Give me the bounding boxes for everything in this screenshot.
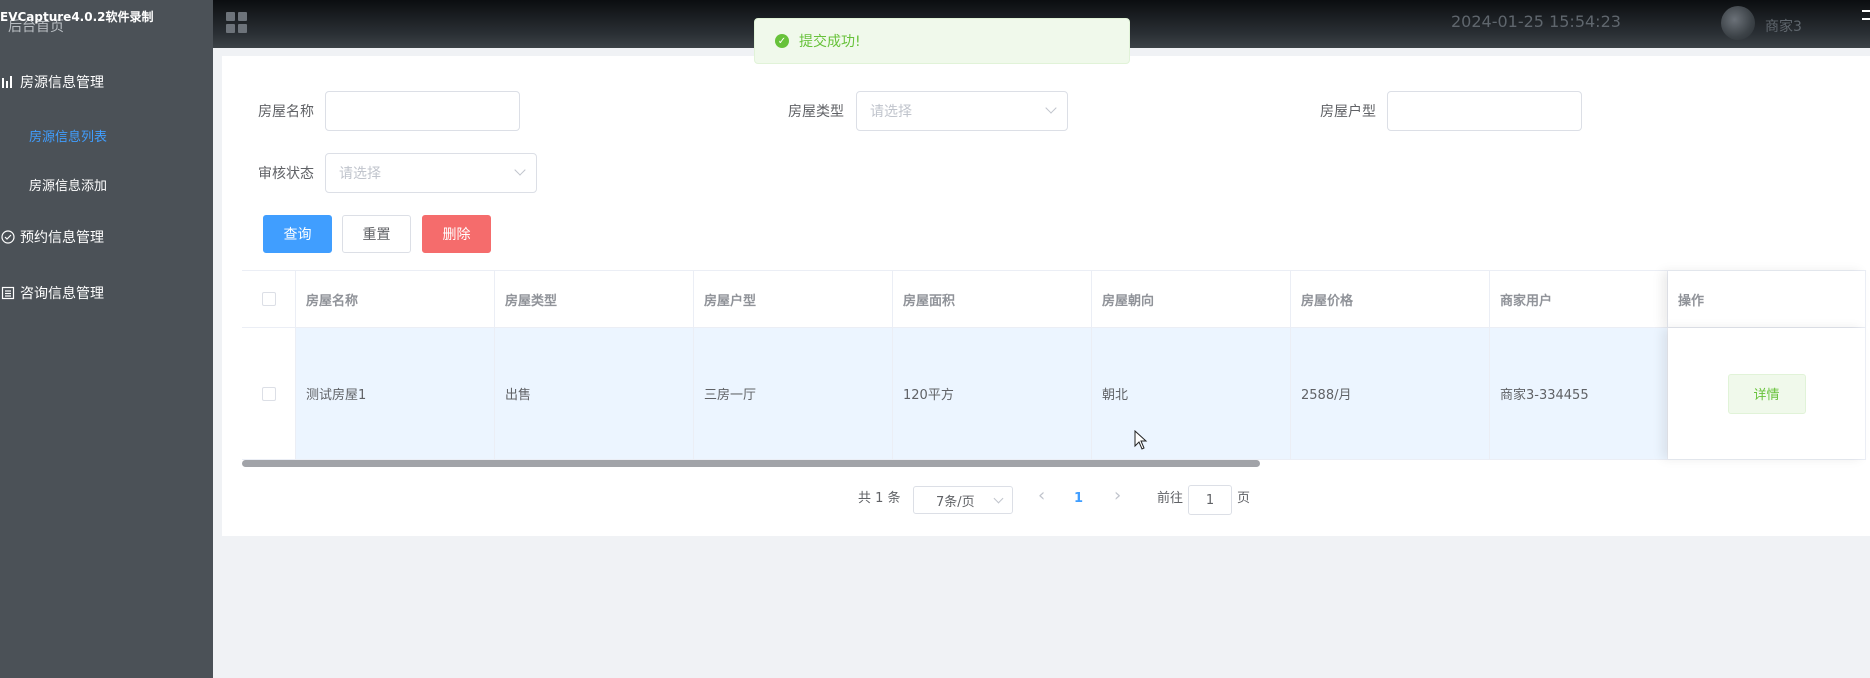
column-header[interactable]: 房屋价格 [1291, 271, 1490, 327]
table-row[interactable]: 测试房屋1 出售 三房一厅 120平方 朝北 2588/月 商家3-334455… [242, 328, 1866, 460]
table-horizontal-scrollbar[interactable] [242, 460, 1260, 467]
toast-message: 提交成功! [799, 34, 861, 50]
house-layout-label: 房屋户型 [1320, 104, 1376, 120]
row-select-cell [242, 328, 296, 459]
prev-page-button[interactable]: ‹ [1038, 485, 1045, 506]
page-size-value: 7条/页 [936, 494, 975, 510]
cell-actions: 详情 [1668, 328, 1866, 459]
sidebar-group-label: 预约信息管理 [20, 230, 104, 246]
cell-merchant: 商家3-334455 [1490, 328, 1668, 459]
check-circle-icon [0, 229, 16, 245]
sidebar-item-house-list[interactable]: 房源信息列表 [29, 126, 107, 145]
sidebar-group-house-info[interactable]: 房源信息管理 [0, 72, 104, 92]
sidebar-group-consult[interactable]: 咨询信息管理 [0, 283, 104, 303]
page-size-select[interactable]: 7条/页 [913, 486, 1013, 514]
sidebar: 后台首页 房源信息管理 房源信息列表 房源信息添加 预约信息管理 咨询信息管理 [0, 0, 213, 678]
delete-button[interactable]: 删除 [422, 215, 491, 253]
house-type-label: 房屋类型 [788, 104, 844, 120]
column-header[interactable]: 房屋户型 [694, 271, 893, 327]
pagination-total: 共 1 条 [858, 491, 901, 506]
column-header[interactable]: 房屋名称 [296, 271, 495, 327]
column-header: 操作 [1668, 271, 1866, 327]
chevron-down-icon [514, 164, 526, 176]
cell-house-price: 2588/月 [1291, 328, 1490, 459]
house-type-placeholder: 请选择 [870, 104, 912, 120]
header-username[interactable]: 商家3 [1765, 16, 1802, 36]
cell-house-area: 120平方 [893, 328, 1092, 459]
sidebar-group-label: 咨询信息管理 [20, 286, 104, 302]
house-name-label: 房屋名称 [258, 104, 314, 120]
list-icon [0, 285, 16, 301]
next-page-button[interactable]: › [1114, 485, 1121, 506]
chevron-down-icon [993, 493, 1004, 504]
table-header: 房屋名称 房屋类型 房屋户型 房屋面积 房屋朝向 房屋价格 商家用户 操作 [242, 270, 1866, 328]
select-all-cell [242, 271, 296, 327]
query-button[interactable]: 查询 [263, 215, 332, 253]
reset-button[interactable]: 重置 [342, 215, 411, 253]
sidebar-item-house-add[interactable]: 房源信息添加 [29, 175, 107, 194]
goto-label: 前往 [1157, 491, 1184, 506]
house-name-input[interactable] [325, 91, 520, 131]
success-toast: ✓ 提交成功! [754, 18, 1130, 64]
header-datetime: 2024-01-25 15:54:23 [1451, 12, 1621, 31]
mouse-cursor-icon [1134, 430, 1148, 450]
page-number-current[interactable]: 1 [1074, 491, 1083, 506]
page-suffix-label: 页 [1237, 491, 1251, 506]
sidebar-group-appointment[interactable]: 预约信息管理 [0, 227, 104, 247]
goto-page-input[interactable]: 1 [1188, 485, 1232, 515]
recorder-watermark: EVCapture4.0.2软件录制 [0, 10, 154, 24]
check-icon: ✓ [775, 34, 789, 48]
menu-grid-icon[interactable] [226, 12, 248, 34]
cell-house-type: 出售 [495, 328, 694, 459]
cell-house-name: 测试房屋1 [296, 328, 495, 459]
chevron-down-icon [1045, 102, 1057, 114]
detail-button[interactable]: 详情 [1727, 373, 1806, 414]
avatar[interactable] [1721, 6, 1755, 40]
select-all-checkbox[interactable] [261, 292, 276, 306]
cell-house-layout: 三房一厅 [694, 328, 893, 459]
audit-status-label: 审核状态 [258, 166, 314, 182]
audit-status-select[interactable]: 请选择 [325, 153, 537, 193]
column-header[interactable]: 商家用户 [1490, 271, 1668, 327]
bar-chart-icon [0, 74, 16, 90]
house-layout-input[interactable] [1387, 91, 1582, 131]
row-checkbox[interactable] [261, 386, 276, 401]
column-header[interactable]: 房屋朝向 [1092, 271, 1291, 327]
audit-status-placeholder: 请选择 [339, 166, 381, 182]
column-header[interactable]: 房屋面积 [893, 271, 1092, 327]
house-type-select[interactable]: 请选择 [856, 91, 1068, 131]
column-header[interactable]: 房屋类型 [495, 271, 694, 327]
window-menu-icon[interactable] [1862, 10, 1870, 20]
cell-house-orientation: 朝北 [1092, 328, 1291, 459]
sidebar-group-label: 房源信息管理 [20, 75, 104, 91]
